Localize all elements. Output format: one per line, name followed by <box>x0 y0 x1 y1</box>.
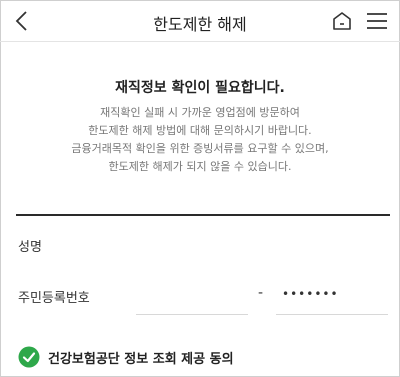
rrn-front-field[interactable] <box>136 314 248 315</box>
notice-line: 한도제한 해제가 되지 않을 수 있습니다. <box>108 160 292 173</box>
check-circle-icon[interactable] <box>18 346 40 368</box>
section-divider <box>16 214 390 216</box>
hamburger-menu-icon[interactable] <box>366 12 388 30</box>
notice-title: 재직정보 확인이 필요합니다. <box>115 80 285 96</box>
rrn-back-underline <box>276 314 388 315</box>
notice-body: 재직확인 실패 시 가까운 영업점에 방문하여 한도제한 해제 방법에 대해 문… <box>0 104 400 176</box>
consent-label: 건강보험공단 정보 조회 제공 동의 <box>48 352 234 367</box>
notice-line: 한도제한 해제 방법에 대해 문의하시기 바랍니다. <box>88 124 312 137</box>
notice-line: 재직확인 실패 시 가까운 영업점에 방문하여 <box>100 106 300 119</box>
name-label: 성명 <box>18 240 42 255</box>
rrn-label: 주민등록번호 <box>18 291 90 306</box>
rrn-back-field[interactable]: ••••••• <box>282 287 339 301</box>
screen-frame <box>0 0 400 377</box>
app-header: 한도제한 해제 <box>0 0 400 42</box>
rrn-separator: - <box>258 285 264 301</box>
home-icon[interactable] <box>331 10 353 32</box>
notice-line: 금융거래목적 확인을 위한 증빙서류를 요구할 수 있으며, <box>71 142 329 155</box>
